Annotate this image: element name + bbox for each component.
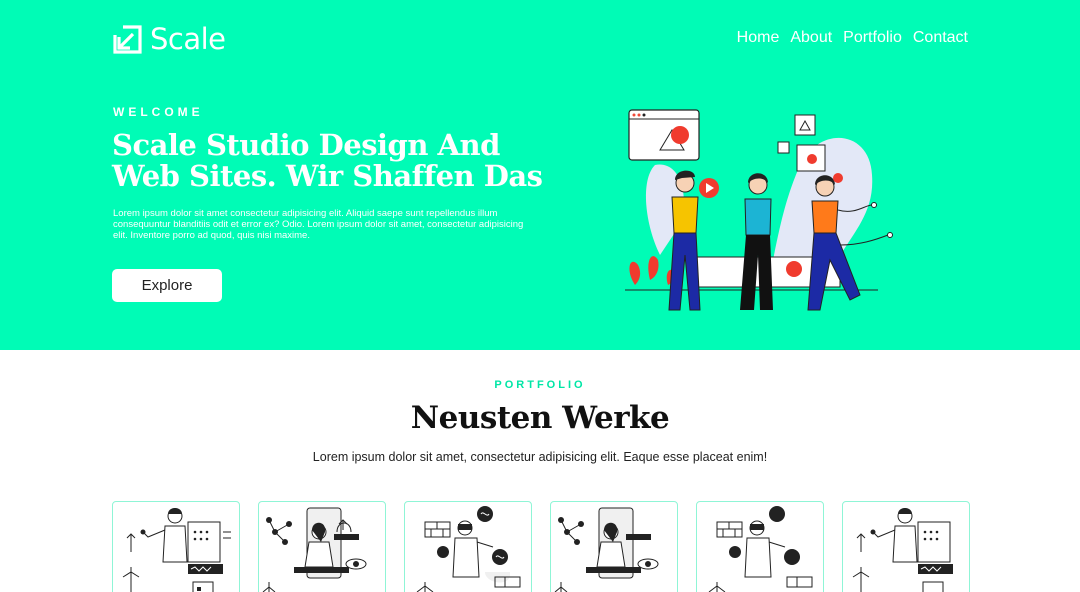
person-meditating-illustration: [262, 507, 367, 592]
hero-section: Scale Home About Portfolio Contact WELCO…: [0, 0, 1080, 350]
arrow-box-icon: [113, 24, 142, 54]
portfolio-card[interactable]: [842, 501, 970, 592]
brand-logo[interactable]: Scale: [112, 22, 226, 56]
portfolio-description: Lorem ipsum dolor sit amet, consectetur …: [312, 450, 768, 464]
portfolio-card[interactable]: [550, 501, 678, 592]
portfolio-card[interactable]: [404, 501, 532, 592]
hero-eyebrow: WELCOME: [113, 105, 204, 119]
person-meditating-illustration: [554, 507, 659, 592]
explore-button[interactable]: Explore: [112, 269, 222, 302]
portfolio-card[interactable]: [258, 501, 386, 592]
main-nav: Home About Portfolio Contact: [737, 29, 968, 47]
person-presenting-illustration: [122, 508, 231, 592]
portfolio-grid: [112, 501, 970, 592]
person-vr-illustration: [416, 506, 521, 592]
nav-portfolio[interactable]: Portfolio: [843, 29, 902, 47]
brand-name: Scale: [150, 22, 226, 56]
portfolio-title: Neusten Werke: [410, 400, 670, 436]
nav-about[interactable]: About: [790, 29, 832, 47]
portfolio-card[interactable]: [112, 501, 240, 592]
person-vr-illustration: [708, 506, 813, 592]
nav-contact[interactable]: Contact: [913, 29, 968, 47]
portfolio-card[interactable]: [696, 501, 824, 592]
hero-description: Lorem ipsum dolor sit amet consectetur a…: [113, 208, 524, 241]
team-illustration: [625, 109, 893, 311]
hero-title: Scale Studio Design And Web Sites. Wir S…: [112, 128, 543, 193]
nav-home[interactable]: Home: [737, 29, 780, 47]
person-presenting-illustration: [852, 508, 953, 592]
portfolio-eyebrow: PORTFOLIO: [494, 379, 586, 391]
